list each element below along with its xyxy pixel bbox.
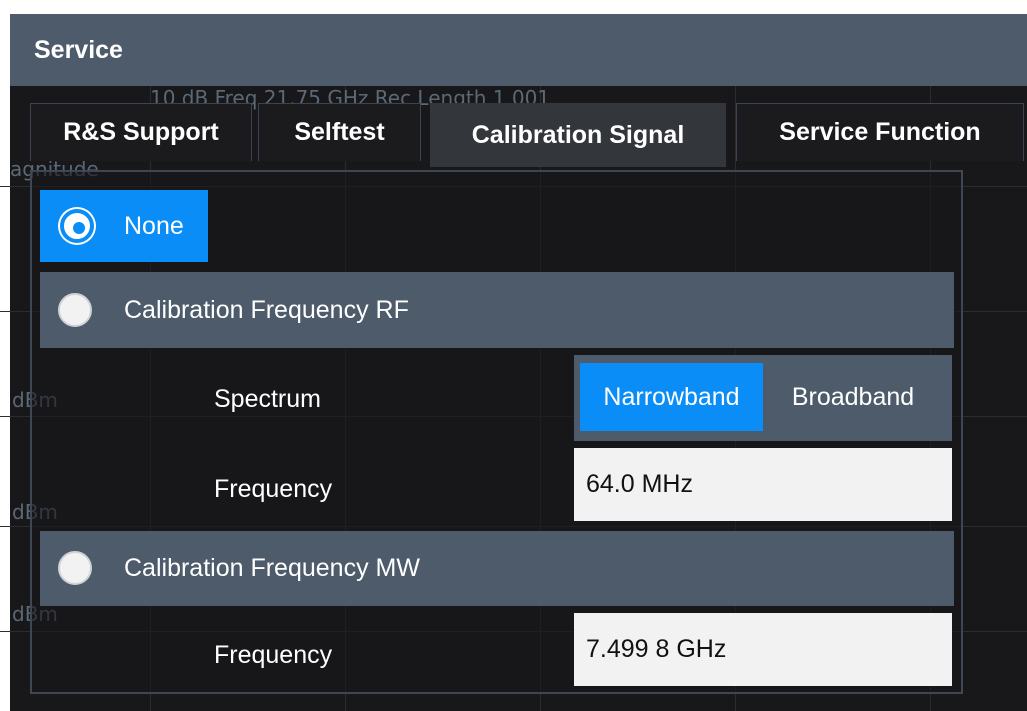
mw-frequency-field[interactable]: 7.499 8 GHz <box>574 613 952 686</box>
option-mw-label: Calibration Frequency MW <box>124 554 420 582</box>
spectrum-toggle-group: Narrowband Broadband <box>574 355 952 441</box>
tab-service-function[interactable]: Service Function <box>736 103 1024 161</box>
spectrum-label: Spectrum <box>214 385 321 413</box>
option-calibration-frequency-mw[interactable]: Calibration Frequency MW <box>40 531 954 606</box>
tab-rs-support[interactable]: R&S Support <box>30 103 252 161</box>
option-rf-label: Calibration Frequency RF <box>124 296 409 324</box>
radio-unselected-icon[interactable] <box>58 293 92 327</box>
dialog-title: Service <box>34 36 123 64</box>
option-none-label: None <box>124 212 184 240</box>
tab-calibration-signal[interactable]: Calibration Signal <box>430 103 726 167</box>
rf-frequency-label: Frequency <box>214 475 333 503</box>
option-none[interactable]: None <box>40 190 208 262</box>
tab-selftest[interactable]: Selftest <box>258 103 421 161</box>
narrowband-button[interactable]: Narrowband <box>580 363 763 431</box>
top-border <box>0 0 1027 14</box>
option-calibration-frequency-rf[interactable]: Calibration Frequency RF <box>40 272 954 348</box>
broadband-button[interactable]: Broadband <box>768 363 938 431</box>
dialog-title-bar: Service <box>10 14 1027 86</box>
service-dialog-window: 10 dB Freq 21.75 GHz Rec Length 1 001 ag… <box>0 0 1027 711</box>
rf-frequency-field[interactable]: 64.0 MHz <box>574 448 952 521</box>
mw-frequency-label: Frequency <box>214 641 333 669</box>
radio-selected-icon[interactable] <box>60 209 94 243</box>
radio-unselected-icon[interactable] <box>58 551 92 585</box>
